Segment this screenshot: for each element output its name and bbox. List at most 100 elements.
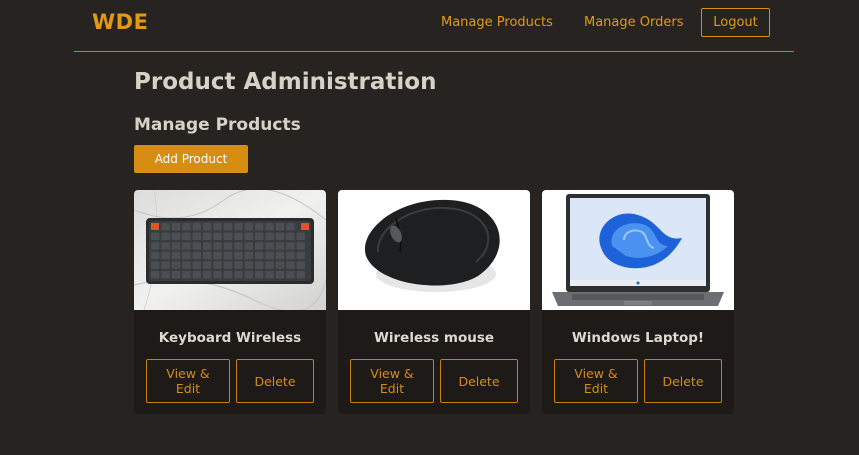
keyboard-key xyxy=(182,223,191,231)
keyboard-key xyxy=(234,242,243,250)
keyboard-key xyxy=(234,251,243,260)
keyboard-key xyxy=(213,242,222,250)
keyboard-key xyxy=(192,242,201,250)
keyboard-key xyxy=(223,271,233,279)
keyboard-key xyxy=(213,271,222,279)
keyboard-key xyxy=(161,271,170,279)
keyboard-key xyxy=(203,251,212,260)
keyboard-key xyxy=(223,232,233,240)
keyboard-key xyxy=(265,261,274,269)
navbar: WDE Manage Products Manage Orders Logout xyxy=(74,0,794,52)
keyboard-key xyxy=(255,223,264,231)
keyboard-key xyxy=(161,261,170,269)
keyboard-key xyxy=(223,261,233,269)
keyboard-key xyxy=(171,232,181,240)
keyboard-key xyxy=(265,242,274,250)
keyboard-key xyxy=(296,232,305,240)
keyboard-key xyxy=(213,251,222,260)
keyboard-key xyxy=(151,251,160,260)
logout-button[interactable]: Logout xyxy=(701,8,770,37)
delete-button[interactable]: Delete xyxy=(644,359,722,403)
keyboard-key xyxy=(286,271,295,279)
keyboard-key xyxy=(171,251,181,260)
keyboard-key xyxy=(286,261,295,269)
keyboard-key xyxy=(192,232,201,240)
add-product-button[interactable]: Add Product xyxy=(134,145,248,173)
keyboard-key xyxy=(265,251,274,260)
product-card-mouse: Wireless mouse View & Edit Delete xyxy=(338,190,530,414)
keyboard-key xyxy=(161,242,170,250)
keyboard-key xyxy=(244,271,253,279)
keyboard-key xyxy=(192,261,201,269)
keyboard-key xyxy=(182,251,191,260)
keyboard-key xyxy=(255,261,264,269)
keyboard-key xyxy=(223,242,233,250)
mouse-image xyxy=(338,190,530,310)
keyboard-key xyxy=(151,271,160,279)
keyboard-key xyxy=(171,261,181,269)
laptop-image xyxy=(542,190,734,310)
keyboard-key xyxy=(213,261,222,269)
delete-button[interactable]: Delete xyxy=(440,359,518,403)
keyboard-key xyxy=(234,271,243,279)
keyboard-key xyxy=(182,242,191,250)
keyboard-key xyxy=(203,242,212,250)
keyboard-key xyxy=(255,242,264,250)
keyboard-key xyxy=(151,242,160,250)
keyboard-key xyxy=(161,232,170,240)
keyboard-key xyxy=(275,232,285,240)
brand-logo[interactable]: WDE xyxy=(92,10,148,34)
keyboard-key xyxy=(213,232,222,240)
keyboard-key xyxy=(151,261,160,269)
keyboard-key xyxy=(192,223,201,231)
keyboard-key xyxy=(275,251,285,260)
keyboard-key xyxy=(223,223,233,231)
nav-manage-orders[interactable]: Manage Orders xyxy=(584,15,684,30)
keyboard-key xyxy=(265,223,274,231)
product-name: Windows Laptop! xyxy=(571,330,705,346)
keyboard-key xyxy=(296,251,305,260)
keyboard-key xyxy=(223,251,233,260)
keyboard-key xyxy=(234,261,243,269)
keyboard-key xyxy=(255,271,264,279)
keyboard-key xyxy=(182,232,191,240)
keyboard-key xyxy=(171,242,181,250)
keyboard-key xyxy=(161,223,170,231)
delete-button[interactable]: Delete xyxy=(236,359,314,403)
keyboard-key xyxy=(265,232,274,240)
section-title: Manage Products xyxy=(134,115,301,135)
keyboard-key xyxy=(203,232,212,240)
keyboard-key xyxy=(244,242,253,250)
nav-manage-products[interactable]: Manage Products xyxy=(441,15,553,30)
keyboard-key xyxy=(296,242,305,250)
keyboard-key xyxy=(192,271,201,279)
keyboard-key xyxy=(234,232,243,240)
keyboard-key xyxy=(286,232,295,240)
keyboard-key xyxy=(171,271,181,279)
keyboard-key xyxy=(275,271,285,279)
keyboard-key xyxy=(296,261,305,269)
keyboard-key xyxy=(213,223,222,231)
keyboard-key xyxy=(171,223,181,231)
keyboard-key xyxy=(244,232,253,240)
keyboard-key xyxy=(286,223,295,231)
product-name: Wireless mouse xyxy=(373,330,495,346)
view-edit-button[interactable]: View & Edit xyxy=(350,359,434,403)
keyboard-key xyxy=(286,251,295,260)
product-name: Keyboard Wireless xyxy=(158,330,302,346)
product-card-keyboard: Keyboard Wireless View & Edit Delete xyxy=(134,190,326,414)
keyboard-key xyxy=(265,271,274,279)
keyboard-key xyxy=(296,271,305,279)
view-edit-button[interactable]: View & Edit xyxy=(146,359,230,403)
keyboard-key xyxy=(286,242,295,250)
keyboard-key xyxy=(203,271,212,279)
page-title: Product Administration xyxy=(134,69,437,95)
keyboard-key xyxy=(255,232,264,240)
keyboard-key xyxy=(182,261,191,269)
keyboard-key xyxy=(203,261,212,269)
keyboard-key xyxy=(275,223,285,231)
keyboard-key xyxy=(255,251,264,260)
keyboard-image xyxy=(134,190,326,310)
keyboard-key xyxy=(234,223,243,231)
view-edit-button[interactable]: View & Edit xyxy=(554,359,638,403)
